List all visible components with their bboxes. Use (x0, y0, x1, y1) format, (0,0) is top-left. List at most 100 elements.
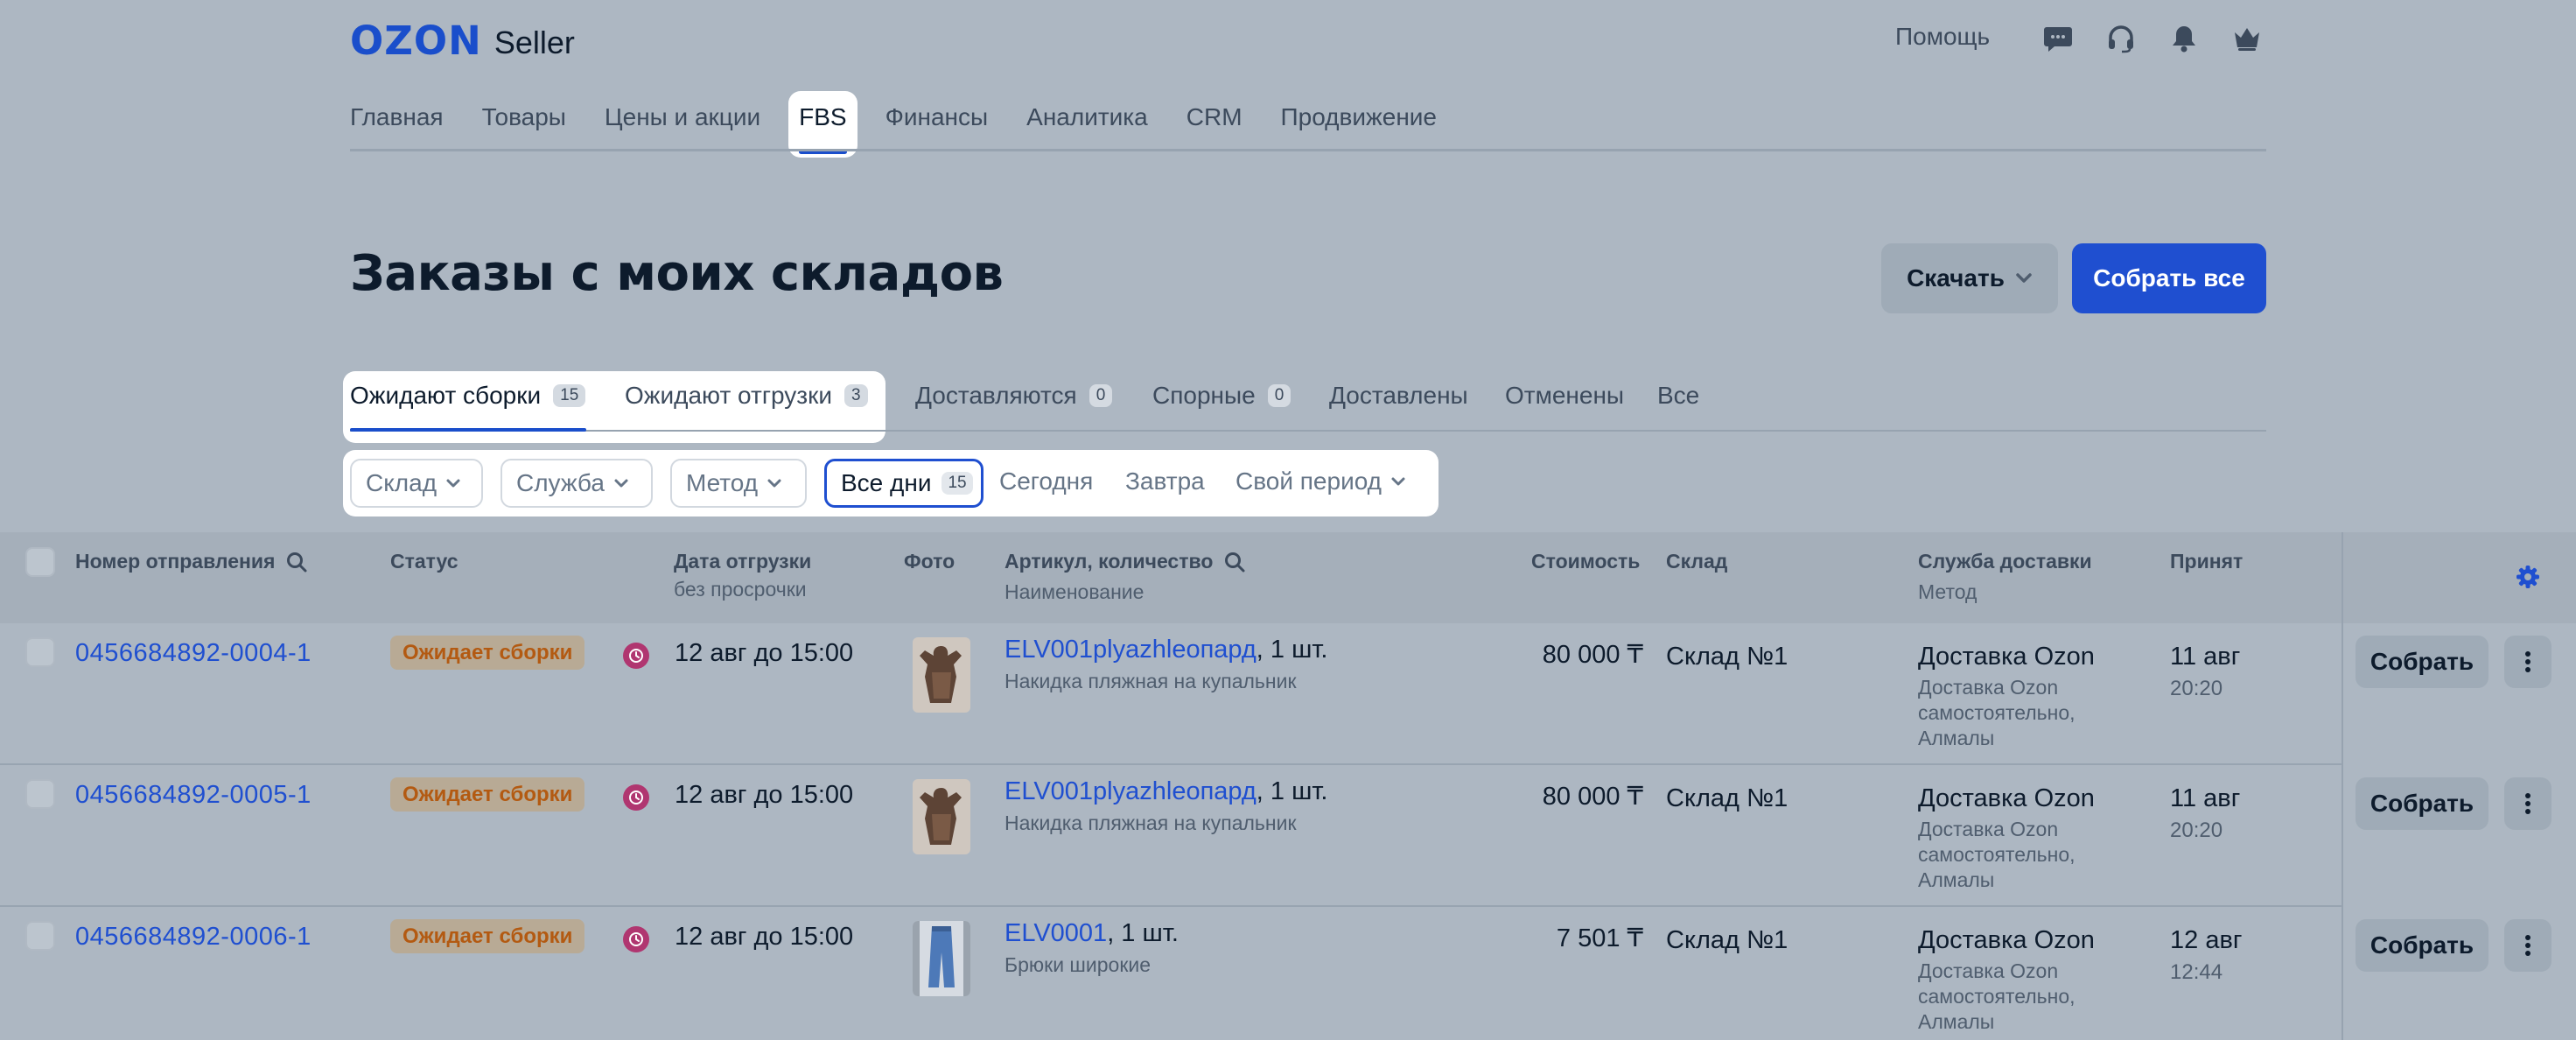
collect-all-button[interactable]: Собрать все (2072, 243, 2266, 313)
column-label: Номер отправления (75, 550, 276, 573)
column-price[interactable]: Стоимость (1531, 550, 1640, 573)
chevron-down-icon (446, 479, 460, 488)
nav-item-finance[interactable]: Финансы (886, 91, 989, 142)
warehouse: Склад №1 (1666, 784, 1788, 812)
filter-label: Свой период (1236, 467, 1382, 495)
sku-line: ELV001plyazhleопард, 1 шт. (1004, 636, 1328, 664)
accepted-cell: 11 авг 20:20 (2170, 784, 2240, 843)
tab-delivered[interactable]: Доставлены (1329, 382, 1468, 410)
select-all-checkbox[interactable] (25, 547, 55, 577)
tab-all[interactable]: Все (1657, 382, 1699, 410)
product-photo[interactable] (913, 779, 970, 854)
today-filter[interactable]: Сегодня (999, 467, 1093, 495)
custom-period-filter[interactable]: Свой период (1236, 467, 1406, 495)
service-filter[interactable]: Служба (500, 459, 653, 508)
collect-button[interactable]: Собрать (2356, 777, 2488, 830)
row-checkbox[interactable] (25, 637, 55, 667)
collect-button[interactable]: Собрать (2356, 636, 2488, 688)
nav-item-fbs[interactable]: FBS (788, 91, 858, 158)
clock-icon (623, 926, 649, 952)
ship-date: 12 авг до 15:00 (675, 639, 854, 667)
filter-label: Все дни (841, 469, 932, 496)
tab-disputed[interactable]: Спорные 0 (1152, 382, 1292, 410)
search-icon[interactable] (1223, 551, 1246, 573)
crown-icon[interactable] (2231, 23, 2263, 54)
chevron-down-icon (614, 479, 628, 488)
nav-item-analytics[interactable]: Аналитика (1026, 91, 1148, 142)
download-button[interactable]: Скачать (1881, 243, 2058, 313)
row-divider (0, 763, 2342, 765)
nav-divider (350, 149, 2266, 151)
tabs-divider (350, 430, 2266, 432)
row-checkbox[interactable] (25, 779, 55, 809)
tab-count-badge: 0 (1088, 384, 1113, 407)
column-delivery: Служба доставки (1918, 550, 2092, 573)
tab-label: Доставлены (1329, 382, 1468, 409)
filter-label: Метод (686, 469, 759, 496)
column-order-number[interactable]: Номер отправления (75, 550, 308, 573)
more-options-icon[interactable] (2504, 777, 2552, 830)
tab-delivering[interactable]: Доставляются 0 (915, 382, 1113, 410)
more-options-icon[interactable] (2504, 636, 2552, 688)
sku-link[interactable]: ELV001plyazhleопард (1004, 636, 1256, 664)
chat-icon[interactable] (2042, 23, 2074, 54)
filter-label: Служба (516, 469, 605, 496)
filter-count-badge: 15 (942, 472, 973, 495)
delivery-cell: Доставка Ozon Доставка Ozon самостоятель… (1918, 784, 2128, 893)
tab-awaiting-assembly[interactable]: Ожидают сборки 15 (350, 382, 586, 410)
column-sku[interactable]: Артикул, количество (1004, 550, 1246, 573)
tab-label: Ожидают сборки (350, 382, 542, 409)
delivery-cell: Доставка Ozon Доставка Ozon самостоятель… (1918, 643, 2128, 751)
search-icon[interactable] (285, 551, 308, 573)
chevron-down-icon (767, 479, 781, 488)
quantity: , 1 шт. (1256, 636, 1328, 664)
gear-icon[interactable] (2515, 564, 2541, 594)
nav-item-main[interactable]: Главная (350, 91, 444, 142)
ozon-seller-logo[interactable]: OZON Seller (350, 16, 575, 65)
quantity: , 1 шт. (1107, 919, 1179, 947)
help-link[interactable]: Помощь (1895, 23, 1990, 51)
sku-line: ELV0001, 1 шт. (1004, 919, 1179, 948)
sticky-column-divider (2342, 532, 2343, 623)
nav-item-products[interactable]: Товары (482, 91, 566, 142)
item-name: Брюки широкие (1004, 953, 1152, 976)
chevron-down-icon (1391, 477, 1405, 486)
sku-link[interactable]: ELV0001 (1004, 919, 1107, 947)
nav-item-promotion[interactable]: Продвижение (1281, 91, 1438, 142)
sku-line: ELV001plyazhleопард, 1 шт. (1004, 777, 1328, 806)
column-sku-sub: Наименование (1004, 580, 1144, 603)
product-photo[interactable] (913, 921, 970, 996)
more-options-icon[interactable] (2504, 919, 2552, 972)
column-accepted[interactable]: Принят (2170, 550, 2243, 573)
filter-label: Склад (366, 469, 438, 496)
product-photo[interactable] (913, 637, 970, 713)
order-number-link[interactable]: 0456684892-0005-1 (75, 781, 312, 810)
price: 7 501 ₸ (1556, 924, 1643, 952)
nav-item-crm[interactable]: CRM (1186, 91, 1242, 142)
delivery-service: Доставка Ozon (1918, 926, 2095, 954)
all-days-filter[interactable]: Все дни 15 (824, 459, 984, 508)
method-filter[interactable]: Метод (670, 459, 807, 508)
collect-button[interactable]: Собрать (2356, 919, 2488, 972)
active-tab-indicator (350, 428, 586, 432)
headset-icon[interactable] (2105, 23, 2137, 54)
sku-link[interactable]: ELV001plyazhleопард (1004, 777, 1256, 805)
bell-icon[interactable] (2168, 23, 2200, 54)
order-number-link[interactable]: 0456684892-0006-1 (75, 923, 312, 952)
sku-cell: ELV0001, 1 шт. Брюки широкие (1004, 919, 1179, 977)
nav-item-prices[interactable]: Цены и акции (605, 91, 760, 142)
tab-awaiting-shipment[interactable]: Ожидают отгрузки 3 (625, 382, 868, 410)
tab-label: Отменены (1505, 382, 1625, 409)
order-number-link[interactable]: 0456684892-0004-1 (75, 639, 312, 668)
warehouse-filter[interactable]: Склад (350, 459, 483, 508)
column-ship-date[interactable]: Дата отгрузки (674, 550, 811, 573)
item-name: Накидка пляжная на купальник (1004, 812, 1297, 834)
sku-cell: ELV001plyazhleопард, 1 шт. Накидка пляжн… (1004, 636, 1328, 693)
logo-brand: OZON (350, 17, 482, 64)
tomorrow-filter[interactable]: Завтра (1125, 467, 1205, 495)
row-checkbox[interactable] (25, 921, 55, 951)
column-status: Статус (390, 550, 458, 573)
tab-cancelled[interactable]: Отменены (1505, 382, 1624, 410)
column-warehouse: Склад (1666, 550, 1728, 573)
accepted-time: 12:44 (2170, 960, 2223, 984)
